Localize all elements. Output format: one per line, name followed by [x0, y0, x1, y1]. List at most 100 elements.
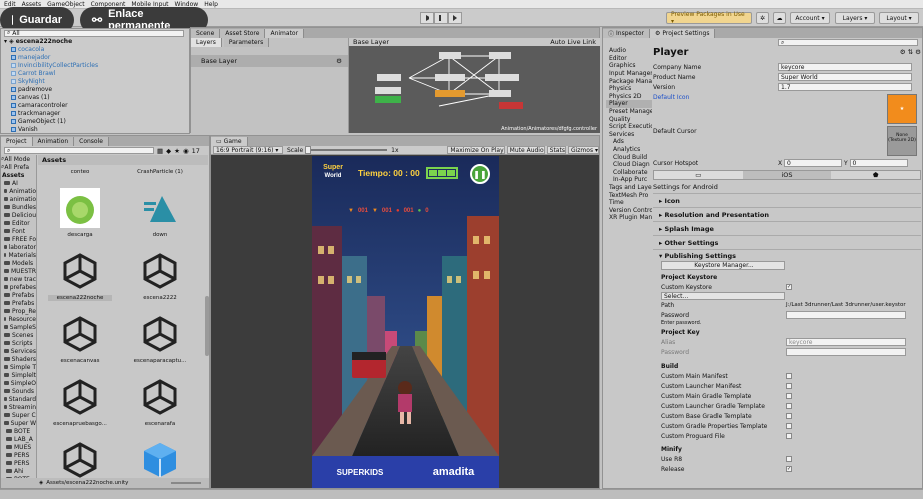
folder-item[interactable]: Services	[1, 347, 36, 355]
state-node[interactable]	[489, 52, 511, 59]
folder-item[interactable]: Deliciou	[1, 211, 36, 219]
folder-item[interactable]: BOTE	[1, 427, 36, 435]
build-option-checkbox[interactable]	[786, 433, 792, 439]
scene-root[interactable]: ▾ ◈ escena222noche	[1, 37, 189, 45]
hotspot-y-input[interactable]: 0	[849, 159, 908, 167]
layout-dropdown[interactable]: Layout ▾	[879, 12, 919, 24]
star-icon[interactable]: ★	[174, 147, 180, 155]
tab-animation[interactable]: Animation	[32, 137, 75, 146]
scrollbar[interactable]	[205, 296, 209, 356]
key-password-input[interactable]	[786, 348, 906, 356]
auto-live-link-button[interactable]: Auto Live Link	[550, 38, 596, 46]
asset-item[interactable]: escenaparacaptu...	[128, 314, 192, 364]
layers-dropdown[interactable]: Layers ▾	[835, 12, 875, 24]
favorite-item[interactable]: ⌕ All Prefa	[1, 163, 36, 171]
mute-audio-toggle[interactable]: Mute Audio	[506, 146, 545, 154]
tab-layers[interactable]: Layers	[191, 38, 222, 47]
folder-item[interactable]: Streamin	[1, 403, 36, 411]
hierarchy-item[interactable]: cocacola	[1, 45, 189, 53]
step-button[interactable]	[448, 12, 462, 24]
build-option-checkbox[interactable]: ✓	[786, 466, 792, 472]
settings-category-item[interactable]: Audio	[606, 47, 652, 55]
exit-node[interactable]	[499, 102, 523, 109]
animator-breadcrumb[interactable]: Base Layer	[353, 38, 389, 46]
default-icon-preview[interactable]: ★	[887, 94, 917, 124]
settings-category-item[interactable]: Tags and Laye	[606, 184, 652, 192]
cloud-button[interactable]: ☁	[773, 12, 786, 24]
folder-item[interactable]: AI	[1, 179, 36, 187]
build-option-checkbox[interactable]	[786, 456, 792, 462]
tab-standalone[interactable]: ▭	[654, 171, 743, 179]
asset-item[interactable]: down	[128, 188, 192, 238]
build-option-checkbox[interactable]	[786, 373, 792, 379]
gear-icon[interactable]: ⚙	[336, 57, 342, 65]
build-option-checkbox[interactable]	[786, 393, 792, 399]
game-viewport[interactable]: Super World Tiempo: 00 : 00 ❚❚ ▼ 001 ▼ 001…	[312, 156, 499, 488]
folder-item[interactable]: Simple T	[1, 363, 36, 371]
tab-game[interactable]: ▭ Game	[211, 137, 248, 146]
collapsed-section-header[interactable]: ▸ Other Settings	[653, 235, 921, 249]
asset-item[interactable]: escenarafa	[128, 377, 192, 427]
folder-item[interactable]: laborator	[1, 243, 36, 251]
project-search-input[interactable]: ⌕	[4, 147, 154, 154]
entry-node[interactable]	[375, 96, 401, 103]
collapsed-section-header[interactable]: ▸ Splash Image	[653, 221, 921, 235]
folder-item[interactable]: Super W	[1, 419, 36, 427]
zoom-slider[interactable]	[171, 482, 201, 484]
hierarchy-item[interactable]: InvincibilityCollectParticles	[1, 61, 189, 69]
folder-item[interactable]: FREE Fo	[1, 235, 36, 243]
tab-asset-store[interactable]: Asset Store	[220, 29, 266, 38]
asset-item[interactable]	[48, 440, 112, 478]
favorite-item[interactable]: ⌕ All Mode	[1, 155, 36, 163]
hierarchy-item[interactable]: trackmanager	[1, 109, 189, 117]
settings-category-item[interactable]: Analytics	[606, 146, 652, 154]
account-dropdown[interactable]: Account ▾	[790, 12, 830, 24]
folder-item[interactable]: Editor	[1, 219, 36, 227]
asset-item[interactable]: escena2222	[128, 251, 192, 301]
label-icon[interactable]: ◆	[166, 147, 171, 155]
product-name-input[interactable]: Super World	[778, 73, 912, 81]
tab-ios[interactable]: iOS	[742, 171, 832, 179]
keystore-manager-button[interactable]: Keystore Manager...	[661, 261, 785, 270]
folder-item[interactable]: Standard	[1, 395, 36, 403]
collapsed-section-header[interactable]: ▸ Resolution and Presentation	[653, 207, 921, 221]
breadcrumb-assets[interactable]: Assets	[42, 156, 66, 164]
folder-item[interactable]: Prefabs	[1, 299, 36, 307]
default-state-node[interactable]	[435, 90, 465, 97]
tab-project-settings[interactable]: ⚙ Project Settings	[650, 29, 716, 38]
state-node[interactable]	[375, 87, 401, 94]
alias-dropdown[interactable]: keycore	[786, 338, 906, 346]
folder-item[interactable]: new trac	[1, 275, 36, 283]
build-option-checkbox[interactable]	[786, 423, 792, 429]
hierarchy-item[interactable]: padremove	[1, 85, 189, 93]
asset-item[interactable]: escenacanvas	[48, 314, 112, 364]
folder-item[interactable]: Resource	[1, 315, 36, 323]
folder-item[interactable]: Bundles	[1, 203, 36, 211]
folder-item[interactable]: Shaders	[1, 355, 36, 363]
filter-icon[interactable]: ▦	[157, 147, 163, 155]
animator-graph[interactable]: Base Layer Auto Live Link Animation/Anim…	[349, 38, 600, 133]
state-node[interactable]	[485, 74, 519, 81]
preview-packages-button[interactable]: Preview Packages in Use ▾	[666, 11, 752, 25]
hierarchy-item[interactable]: camaracontroler	[1, 101, 189, 109]
settings-category-item[interactable]: Package Mana	[606, 77, 652, 85]
hierarchy-item[interactable]: Vanish	[1, 125, 189, 133]
asset-item[interactable]: CrashParticle (1)	[128, 165, 192, 175]
folder-item[interactable]: Models	[1, 259, 36, 267]
eye-icon[interactable]: ◉	[183, 147, 189, 155]
tab-animator[interactable]: Animator	[265, 29, 305, 38]
settings-category-item[interactable]: In-App Purc	[606, 176, 652, 184]
folder-item[interactable]: Animatio	[1, 187, 36, 195]
folder-item[interactable]: Prefabs	[1, 291, 36, 299]
folder-item[interactable]: LAB_A	[1, 435, 36, 443]
folder-item[interactable]: SimpleO	[1, 379, 36, 387]
scale-slider[interactable]	[305, 146, 388, 154]
asset-item[interactable]: descarga	[48, 188, 112, 238]
settings-category-item[interactable]: Time	[606, 199, 652, 207]
tab-scene[interactable]: Scene	[191, 29, 221, 38]
settings-search-input[interactable]: ⌕	[778, 39, 918, 46]
hierarchy-item[interactable]: SkyNight	[1, 77, 189, 85]
folder-item[interactable]: animatio	[1, 195, 36, 203]
settings-category-item[interactable]: XR Plugin Man	[606, 214, 652, 222]
folder-item[interactable]: Materials	[1, 251, 36, 259]
